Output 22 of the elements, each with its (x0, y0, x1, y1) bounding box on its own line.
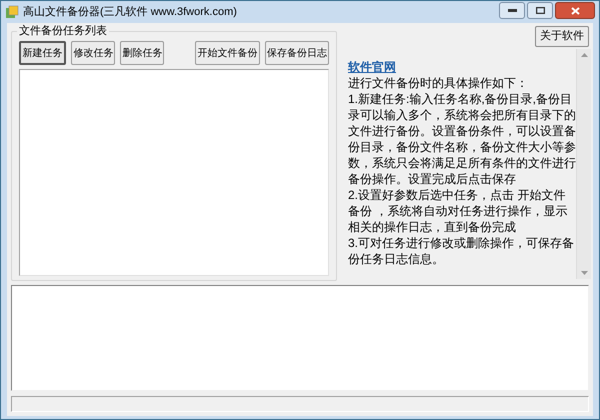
intro-text: 进行文件备份时的具体操作如下： (348, 75, 529, 91)
task-button[interactable]: 新建任务 (19, 41, 66, 65)
task-button[interactable]: 修改任务 (71, 41, 116, 65)
minimize-icon (508, 9, 516, 12)
info-scrollbar[interactable] (576, 49, 591, 279)
task-button[interactable]: 开始文件备份 (195, 41, 260, 65)
window-title: 高山文件备份器(三凡软件 www.3fwork.com) (23, 4, 237, 20)
task-button[interactable]: 保存备份日志 (264, 41, 329, 65)
instruction-step: 3.可对任务进行修改或删除操作，可保存备份任务日志信息。 (348, 235, 576, 267)
minimize-button[interactable] (499, 2, 525, 19)
instruction-step: 1.新建任务:输入任务名称,备份目录,备份目录可以输入多个，系统将会把所有目录下的文件进行备份。设置备份条件，可以设置备份目录，备份文件名称，备份文件大小等参数，系统只会将满足足所有条件的文件进行备份操作。设置完成后点击保存 (348, 91, 576, 187)
about-button[interactable]: 关于软件 (535, 26, 589, 47)
scroll-down-icon[interactable] (580, 271, 588, 275)
website-link[interactable]: 软件官网 (348, 59, 396, 75)
close-button[interactable] (555, 2, 595, 19)
maximize-icon (536, 7, 544, 14)
task-button[interactable]: 删除任务 (120, 41, 164, 65)
close-icon (570, 6, 580, 14)
scroll-up-icon[interactable] (580, 53, 588, 57)
app-icon (5, 5, 19, 19)
instruction-step: 2.设置好参数后选中任务，点击 开始文件备份 ，系统将自动对任务进行操作，显示相关的操作日志，直到备份完成 (348, 187, 576, 235)
maximize-button[interactable] (527, 2, 553, 19)
